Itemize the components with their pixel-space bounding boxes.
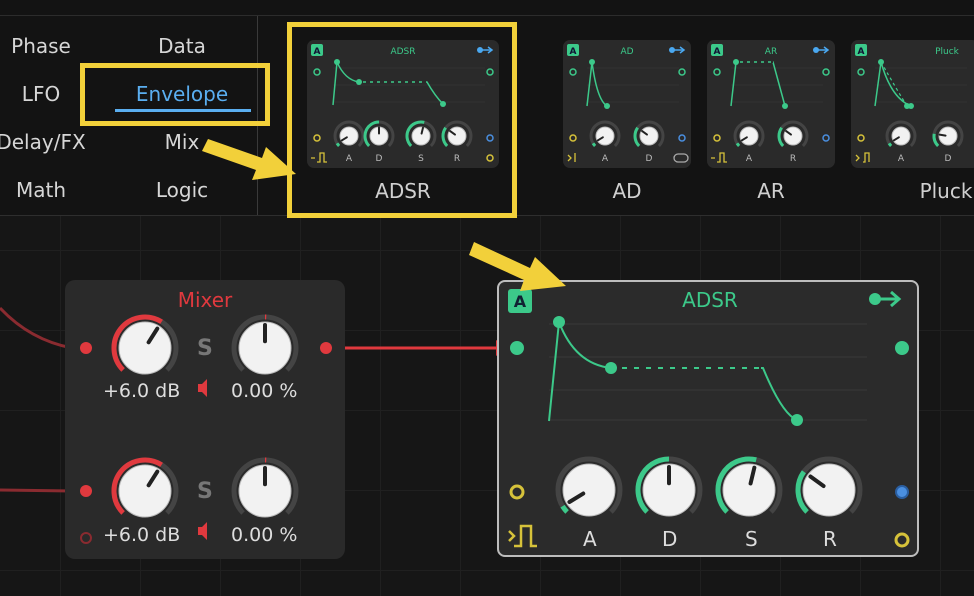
envelope-graph[interactable] [548,316,867,426]
decay-sustain-handle[interactable] [605,362,617,374]
mixer-aux-port[interactable] [80,532,92,544]
adsr-end-port[interactable] [894,532,910,548]
adsr-knob-label-r: R [823,527,837,551]
adsr-output-port[interactable] [895,341,909,355]
gate-pulse-icon[interactable] [508,524,537,548]
adsr-knob-s[interactable] [715,456,783,517]
mixer-output-port[interactable] [320,342,332,354]
adsr-knob-r[interactable] [795,456,863,517]
cable-in-1[interactable] [0,306,73,350]
mixer-controls [80,314,332,544]
mixer-module[interactable]: Mixer +6.0 dB S 0.00 % +6.0 dB S 0.00 % [65,280,345,559]
speaker-icon [198,379,207,540]
release-handle[interactable] [791,414,803,426]
arrow-output-icon[interactable] [869,290,902,308]
adsr-input-port[interactable] [510,341,524,355]
adsr-knob-label-s: S [745,527,758,551]
mixer-pan-value-1: 0.00 % [231,380,298,402]
patch-canvas[interactable]: Phase Data LFO Envelope Delay/FX Mix Mat… [0,0,974,596]
mixer-input-port-1[interactable] [80,342,92,354]
mixer-pan-knob-1[interactable] [231,314,299,375]
mixer-pan-knob-2[interactable] [231,457,299,518]
mixer-solo-button-2[interactable]: S [197,479,213,504]
mixer-pan-value-2: 0.00 % [231,524,298,546]
adsr-gate-port[interactable] [509,484,525,500]
adsr-controls [508,290,910,548]
mixer-gain-knob-2[interactable] [111,457,179,518]
adsr-mod-port[interactable] [895,485,909,499]
mixer-input-port-2[interactable] [80,485,92,497]
mixer-solo-button-1[interactable]: S [197,336,213,361]
adsr-knob-a[interactable] [555,456,623,517]
adsr-knob-d[interactable] [635,456,703,517]
mixer-gain-value-1: +6.0 dB [103,380,181,402]
mixer-gain-value-2: +6.0 dB [103,524,181,546]
attack-handle[interactable] [553,316,565,328]
adsr-knob-label-d: D [662,527,678,551]
cable-in-2[interactable] [0,488,73,493]
mixer-gain-knob-1[interactable] [111,314,179,375]
adsr-module[interactable]: A ADSR A D S R [497,280,919,557]
adsr-knob-label-a: A [583,527,597,551]
